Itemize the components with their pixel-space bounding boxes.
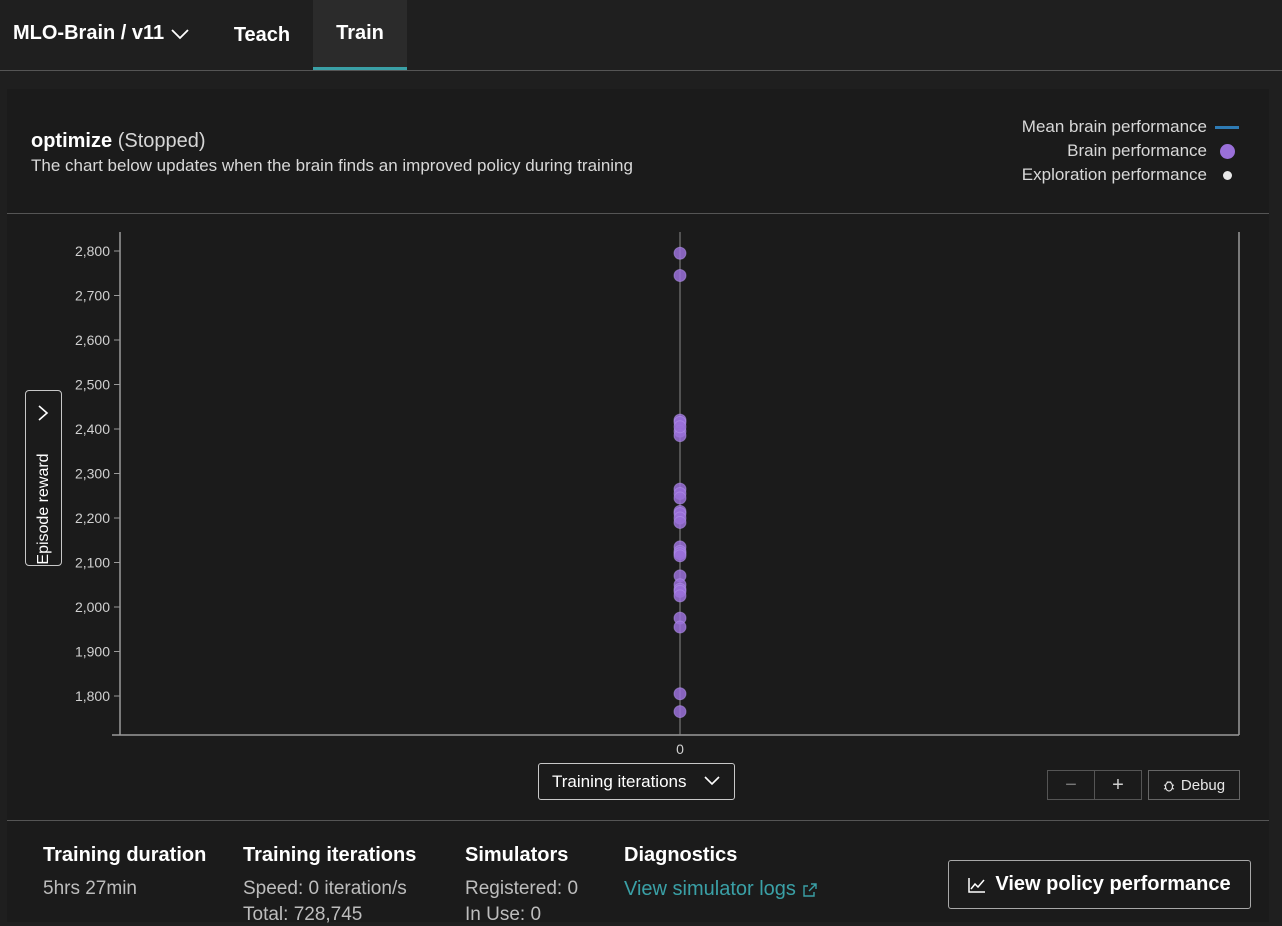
simulators-in-use: In Use: 0 xyxy=(465,904,542,925)
x-tick-label: 0 xyxy=(676,741,684,757)
training-speed: Speed: 0 iteration/s xyxy=(243,878,407,899)
tab-teach[interactable]: Teach xyxy=(214,0,310,70)
external-link-icon xyxy=(803,882,817,897)
data-point xyxy=(673,620,687,634)
divider xyxy=(7,820,1269,821)
training-iterations-title: Training iterations xyxy=(243,844,417,866)
y-tick-label: 2,600 xyxy=(75,332,110,348)
y-tick-label: 2,400 xyxy=(75,421,110,437)
x-axis-selector[interactable]: Training iterations xyxy=(538,763,735,800)
simulators-registered: Registered: 0 xyxy=(465,878,579,899)
episode-reward-chart: 1,800 1,900 2,000 2,100 2,200 2,300 2,400 2,500… xyxy=(75,232,1240,757)
chart-line-icon xyxy=(968,877,986,893)
data-point xyxy=(673,515,687,529)
x-axis-label: Training iterations xyxy=(552,771,687,791)
brain-version-selector[interactable]: MLO-Brain / v11 xyxy=(13,22,190,45)
y-axis-selector[interactable]: Episode reward xyxy=(25,390,62,566)
chevron-right-icon xyxy=(38,405,49,421)
data-point xyxy=(673,268,687,282)
view-simulator-logs-link[interactable]: View simulator logs xyxy=(624,878,818,901)
debug-button[interactable]: Debug xyxy=(1148,770,1240,800)
data-point xyxy=(673,420,687,434)
bug-icon xyxy=(1163,780,1175,792)
zoom-in-button[interactable]: + xyxy=(1094,770,1142,800)
training-total: Total: 728,745 xyxy=(243,904,363,925)
y-tick-label: 1,800 xyxy=(75,688,110,704)
button-label: View policy performance xyxy=(995,873,1231,895)
diagnostics-title: Diagnostics xyxy=(624,844,738,866)
debug-label: Debug xyxy=(1180,776,1226,794)
y-tick-label: 2,500 xyxy=(75,377,110,393)
y-tick-label: 2,200 xyxy=(75,510,110,526)
minus-icon: − xyxy=(1065,773,1077,796)
data-point xyxy=(673,589,687,603)
y-tick-label: 2,000 xyxy=(75,599,110,615)
data-point xyxy=(673,687,687,701)
data-point xyxy=(673,549,687,563)
zoom-out-button[interactable]: − xyxy=(1047,770,1095,800)
top-navigation: MLO-Brain / v11 Teach Train xyxy=(0,0,1282,71)
brain-title: MLO-Brain / v11 xyxy=(13,22,165,44)
data-point xyxy=(673,246,687,260)
y-tick-label: 2,300 xyxy=(75,466,110,482)
data-point xyxy=(673,491,687,505)
simulators-title: Simulators xyxy=(465,844,569,866)
y-axis-label: Episode reward xyxy=(34,453,52,565)
chevron-down-icon xyxy=(704,776,720,786)
view-policy-performance-button[interactable]: View policy performance xyxy=(948,860,1251,909)
tab-train[interactable]: Train xyxy=(313,0,407,70)
chevron-down-icon xyxy=(171,28,189,39)
training-duration-value: 5hrs 27min xyxy=(43,878,137,899)
link-label: View simulator logs xyxy=(624,878,796,900)
y-tick-label: 2,100 xyxy=(75,555,110,571)
y-tick-label: 2,700 xyxy=(75,288,110,304)
training-panel: optimize (Stopped) The chart below updat… xyxy=(7,89,1269,925)
training-duration-title: Training duration xyxy=(43,844,207,866)
y-tick-label: 2,800 xyxy=(75,243,110,259)
data-point xyxy=(673,705,687,719)
plus-icon: + xyxy=(1112,773,1124,796)
y-tick-label: 1,900 xyxy=(75,644,110,660)
